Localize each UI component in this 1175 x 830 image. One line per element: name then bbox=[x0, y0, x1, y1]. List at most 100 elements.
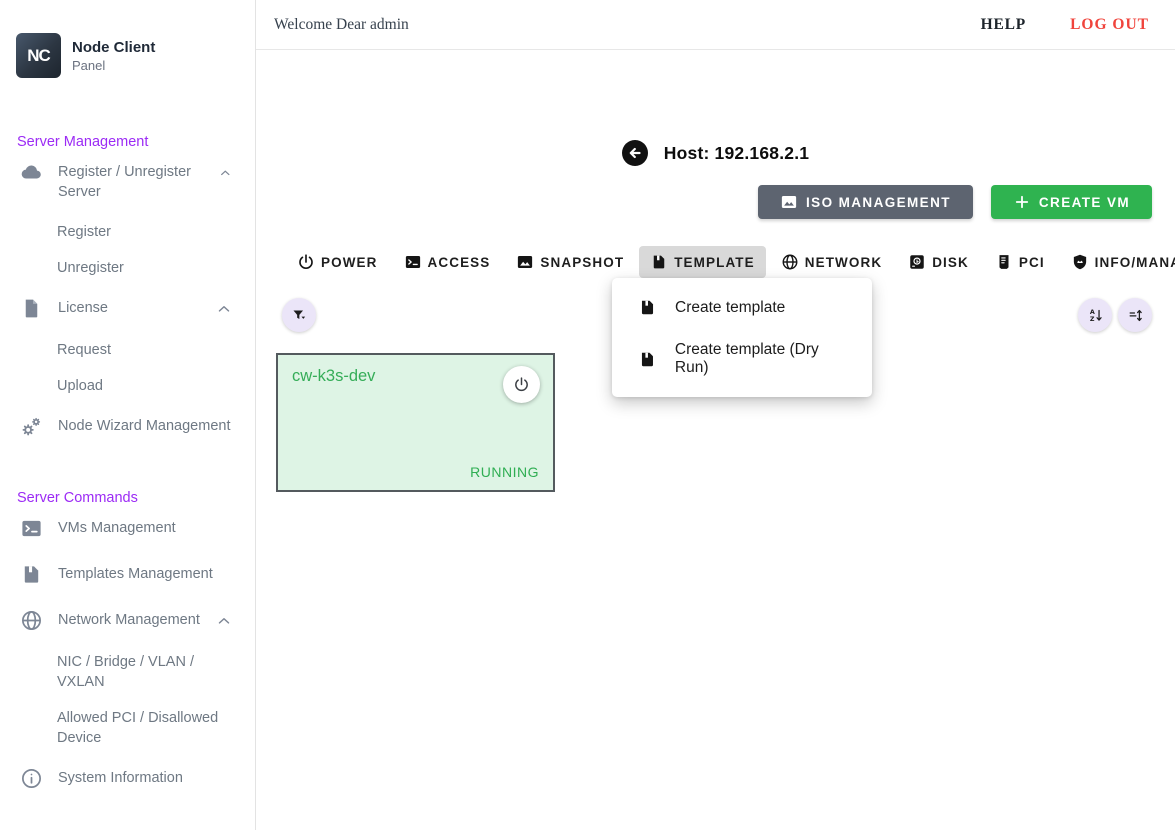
sort-alpha-down-icon: A Z bbox=[1087, 307, 1104, 324]
filter-button[interactable] bbox=[282, 298, 316, 332]
sidebar-item-register[interactable]: Register bbox=[0, 214, 255, 250]
pci-card-icon bbox=[995, 253, 1013, 271]
image-icon bbox=[780, 193, 798, 211]
shield-icon bbox=[1071, 253, 1089, 271]
sidebar-item-allowed-pci-disallowed-device[interactable]: Allowed PCI / Disallowed Device bbox=[0, 700, 255, 756]
filter-icon bbox=[291, 307, 308, 324]
sidebar-item-request[interactable]: Request bbox=[0, 332, 255, 368]
plus-icon bbox=[1013, 193, 1031, 211]
sidebar-item-nic-bridge-vlan-vxlan[interactable]: NIC / Bridge / VLAN / VXLAN bbox=[0, 644, 255, 700]
tab-label: POWER bbox=[321, 255, 378, 270]
globe-icon bbox=[20, 609, 43, 632]
menu-item-create-template-dry-run[interactable]: Create template (Dry Run) bbox=[612, 329, 872, 389]
sidebar-item-vms-management[interactable]: VMs Management bbox=[0, 506, 255, 552]
sort-alpha-button[interactable]: A Z bbox=[1078, 298, 1112, 332]
vm-name: cw-k3s-dev bbox=[292, 367, 539, 386]
tab-network[interactable]: NETWORK bbox=[770, 246, 893, 278]
power-icon bbox=[297, 253, 315, 271]
sidebar-item-node-wizard-management[interactable]: Node Wizard Management bbox=[0, 404, 255, 450]
topbar: Welcome Dear admin HELP LOG OUT bbox=[256, 0, 1175, 50]
tab-label: ACCESS bbox=[428, 255, 491, 270]
section-header-server-management: Server Management bbox=[17, 134, 255, 150]
template-icon bbox=[638, 350, 657, 369]
template-icon bbox=[638, 298, 657, 317]
sidebar-item-templates-management[interactable]: Templates Management bbox=[0, 552, 255, 598]
main-content: Host: 192.168.2.1 ISO MANAGEMENT CREATE … bbox=[256, 50, 1175, 830]
sidebar-item-label: Register / Unregister Server bbox=[58, 162, 203, 202]
terminal-icon bbox=[404, 253, 422, 271]
hdd-icon bbox=[908, 253, 926, 271]
sidebar-item-label: License bbox=[58, 298, 108, 318]
sidebar-item-label: Network Management bbox=[58, 610, 200, 630]
chevron-up-icon[interactable] bbox=[215, 300, 233, 318]
info-icon bbox=[20, 767, 43, 790]
iso-management-label: ISO MANAGEMENT bbox=[806, 195, 951, 210]
sort-amount-button[interactable] bbox=[1118, 298, 1152, 332]
sidebar: NC Node Client Panel Server Management R… bbox=[0, 0, 256, 830]
tab-pci[interactable]: PCI bbox=[984, 246, 1056, 278]
tab-label: PCI bbox=[1019, 255, 1045, 270]
actions-row: ISO MANAGEMENT CREATE VM bbox=[758, 185, 1152, 219]
template-icon bbox=[650, 253, 668, 271]
vm-tabs: POWER ACCESS SNAPSHOT bbox=[286, 246, 1175, 278]
section-header-server-commands: Server Commands bbox=[17, 490, 255, 506]
cloud-icon bbox=[20, 161, 43, 184]
menu-item-create-template[interactable]: Create template bbox=[612, 286, 872, 329]
globe-icon bbox=[781, 253, 799, 271]
sidebar-item-system-information[interactable]: System Information bbox=[0, 756, 255, 802]
sidebar-item-network-management[interactable]: Network Management bbox=[0, 598, 255, 644]
template-dropdown-menu: Create template Create template (Dry Run… bbox=[612, 278, 872, 397]
create-vm-label: CREATE VM bbox=[1039, 195, 1130, 210]
document-icon bbox=[20, 297, 43, 320]
vm-card[interactable]: cw-k3s-dev RUNNING bbox=[276, 353, 555, 492]
tab-label: DISK bbox=[932, 255, 969, 270]
tab-power[interactable]: POWER bbox=[286, 246, 389, 278]
logout-link[interactable]: LOG OUT bbox=[1070, 16, 1149, 34]
vm-status-badge: RUNNING bbox=[470, 464, 539, 480]
app-root: NC Node Client Panel Server Management R… bbox=[0, 0, 1175, 830]
app-subtitle: Panel bbox=[72, 58, 155, 73]
sort-amount-icon bbox=[1127, 307, 1144, 324]
sidebar-item-unregister[interactable]: Unregister bbox=[0, 250, 255, 286]
chevron-up-icon[interactable] bbox=[218, 164, 233, 182]
tab-snapshot[interactable]: SNAPSHOT bbox=[505, 246, 635, 278]
back-button[interactable] bbox=[622, 140, 648, 166]
app-brand: NC Node Client Panel bbox=[16, 33, 255, 78]
menu-item-label: Create template (Dry Run) bbox=[675, 341, 856, 377]
app-logo: NC bbox=[16, 33, 61, 78]
chevron-up-icon[interactable] bbox=[215, 612, 233, 630]
tab-template[interactable]: TEMPLATE bbox=[639, 246, 766, 278]
app-title: Node Client bbox=[72, 39, 155, 56]
iso-management-button[interactable]: ISO MANAGEMENT bbox=[758, 185, 973, 219]
template-icon bbox=[20, 563, 43, 586]
sidebar-item-upload[interactable]: Upload bbox=[0, 368, 255, 404]
tab-label: SNAPSHOT bbox=[540, 255, 624, 270]
create-vm-button[interactable]: CREATE VM bbox=[991, 185, 1152, 219]
main-column: Welcome Dear admin HELP LOG OUT Host: 19… bbox=[256, 0, 1175, 830]
sidebar-item-label: VMs Management bbox=[58, 518, 176, 538]
power-icon bbox=[513, 376, 530, 393]
welcome-text: Welcome Dear admin bbox=[274, 16, 409, 34]
tab-label: NETWORK bbox=[805, 255, 882, 270]
tab-info-manage[interactable]: INFO/MANAGE bbox=[1060, 246, 1175, 278]
sort-controls: A Z bbox=[1078, 298, 1152, 332]
tab-access[interactable]: ACCESS bbox=[393, 246, 502, 278]
tab-disk[interactable]: DISK bbox=[897, 246, 980, 278]
help-link[interactable]: HELP bbox=[981, 16, 1026, 34]
gears-icon bbox=[20, 415, 43, 438]
sidebar-item-license[interactable]: License bbox=[0, 286, 255, 332]
sidebar-item-label: System Information bbox=[58, 768, 183, 788]
tab-label: TEMPLATE bbox=[674, 255, 755, 270]
sidebar-item-label: Node Wizard Management bbox=[58, 416, 230, 436]
tab-label: INFO/MANAGE bbox=[1095, 255, 1175, 270]
svg-text:Z: Z bbox=[1089, 315, 1094, 323]
image-icon bbox=[516, 253, 534, 271]
sidebar-item-register-unregister-server[interactable]: Register / Unregister Server bbox=[0, 150, 255, 214]
host-header: Host: 192.168.2.1 bbox=[256, 140, 1175, 166]
host-title: Host: 192.168.2.1 bbox=[664, 143, 809, 164]
back-arrow-icon bbox=[622, 140, 648, 166]
menu-item-label: Create template bbox=[675, 299, 785, 317]
vm-power-button[interactable] bbox=[503, 366, 540, 403]
sidebar-item-label: Templates Management bbox=[58, 564, 213, 584]
terminal-icon bbox=[20, 517, 43, 540]
